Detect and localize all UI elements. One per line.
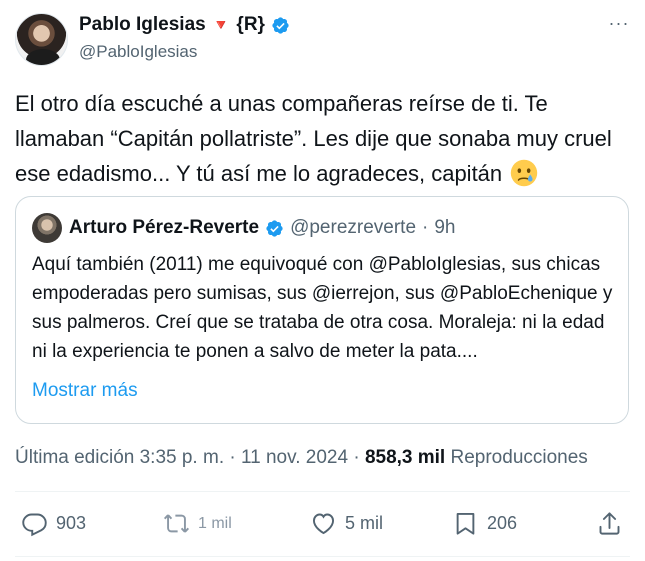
heart-icon — [312, 513, 335, 535]
author-handle[interactable]: @PabloIglesias — [79, 42, 197, 62]
quoted-tweet-text: Aquí también (2011) me equivoqué con @Pa… — [32, 254, 613, 362]
retweet-icon — [163, 514, 190, 533]
divider — [15, 491, 630, 492]
edit-timestamp[interactable]: Última edición 3:35 p. m. — [15, 447, 224, 468]
verified-badge-icon[interactable] — [271, 16, 290, 35]
reply-icon — [22, 513, 47, 537]
separator-dot: · — [422, 217, 429, 238]
divider — [15, 556, 630, 557]
like-count: 5 mil — [345, 513, 384, 533]
retweet-button[interactable]: 1 mil — [163, 510, 232, 537]
bookmark-count: 206 — [487, 513, 518, 533]
reply-count: 903 — [56, 513, 87, 533]
verified-badge-icon — [266, 219, 283, 237]
quoted-tweet-time[interactable]: 9h — [434, 217, 455, 239]
show-more-link[interactable]: Mostrar más — [32, 380, 138, 402]
bookmark-button[interactable]: 206 — [452, 510, 517, 537]
reply-button[interactable]: 903 — [21, 510, 86, 537]
share-icon — [599, 512, 620, 535]
tweet-text: El otro día escuché a unas compañeras re… — [15, 86, 615, 191]
share-button[interactable] — [596, 510, 623, 537]
meta-separator: · — [224, 447, 241, 468]
crying-face-emoji-icon — [511, 159, 538, 187]
red-triangle-icon: 🔻 — [211, 17, 231, 34]
author-tag: {R} — [236, 14, 265, 35]
author-name-row[interactable]: Pablo Iglesias 🔻 {R} — [79, 14, 290, 36]
quoted-tweet-header: Arturo Pérez-Reverte @perezreverte · 9h — [69, 217, 456, 239]
meta-separator: · — [348, 447, 365, 468]
views-count: 858,3 mil — [364, 447, 446, 468]
like-button[interactable]: 5 mil — [310, 510, 383, 537]
views-label: Reproducciones — [445, 447, 588, 468]
retweet-count: 1 mil — [198, 514, 232, 532]
bookmark-icon — [456, 512, 475, 535]
tweet-metadata: Última edición 3:35 p. m. · 11 nov. 2024… — [15, 447, 588, 469]
tweet-date[interactable]: 11 nov. 2024 — [241, 447, 348, 468]
more-options-icon[interactable]: ··· — [607, 14, 631, 36]
author-avatar[interactable] — [15, 13, 68, 66]
quoted-tweet-card[interactable]: Arturo Pérez-Reverte @perezreverte · 9h … — [15, 196, 629, 424]
author-name[interactable]: Pablo Iglesias — [79, 14, 206, 36]
quoted-author-name[interactable]: Arturo Pérez-Reverte — [69, 217, 259, 239]
quoted-author-handle[interactable]: @perezreverte — [290, 217, 416, 239]
quoted-author-avatar[interactable] — [32, 213, 62, 243]
